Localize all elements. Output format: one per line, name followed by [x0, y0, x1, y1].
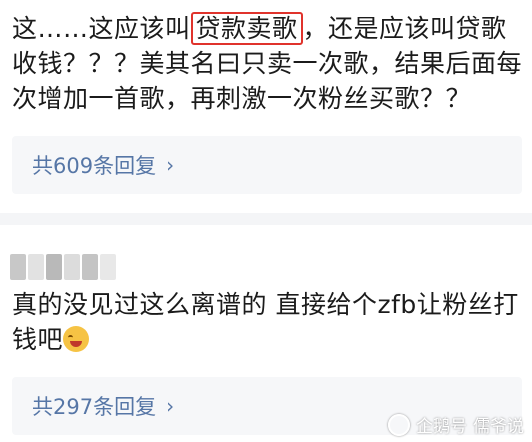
view-replies-button[interactable]: 共609条回复 › — [12, 136, 522, 194]
comment-text-before: 这……这应该叫 — [12, 14, 191, 43]
highlight-box: 贷款卖歌 — [190, 12, 303, 45]
reply-count: 共297条回复 — [32, 395, 157, 419]
crying-emoji-icon — [63, 326, 90, 352]
chevron-right-icon: › — [166, 394, 175, 418]
chevron-right-icon: › — [166, 153, 175, 177]
watermark-source: 企鹅号 — [416, 417, 467, 437]
comment-text: 真的没见过这么离谱的 直接给个zfb让粉丝打钱吧 — [12, 287, 522, 357]
watermark-author: 儒爷说 — [473, 417, 524, 437]
reply-count: 共609条回复 — [32, 154, 157, 178]
penguin-logo-icon — [388, 413, 410, 436]
comment-text-main: 真的没见过这么离谱的 直接给个zfb让粉丝打钱吧 — [12, 290, 519, 354]
watermark: 企鹅号 儒爷说 — [388, 412, 524, 437]
blurred-username — [10, 254, 120, 280]
comment-text: 这……这应该叫 贷款卖歌 ，还是应该叫贷歌收钱？？？美其名曰只卖一次歌，结果后面每次… — [12, 11, 522, 116]
divider — [0, 213, 532, 225]
